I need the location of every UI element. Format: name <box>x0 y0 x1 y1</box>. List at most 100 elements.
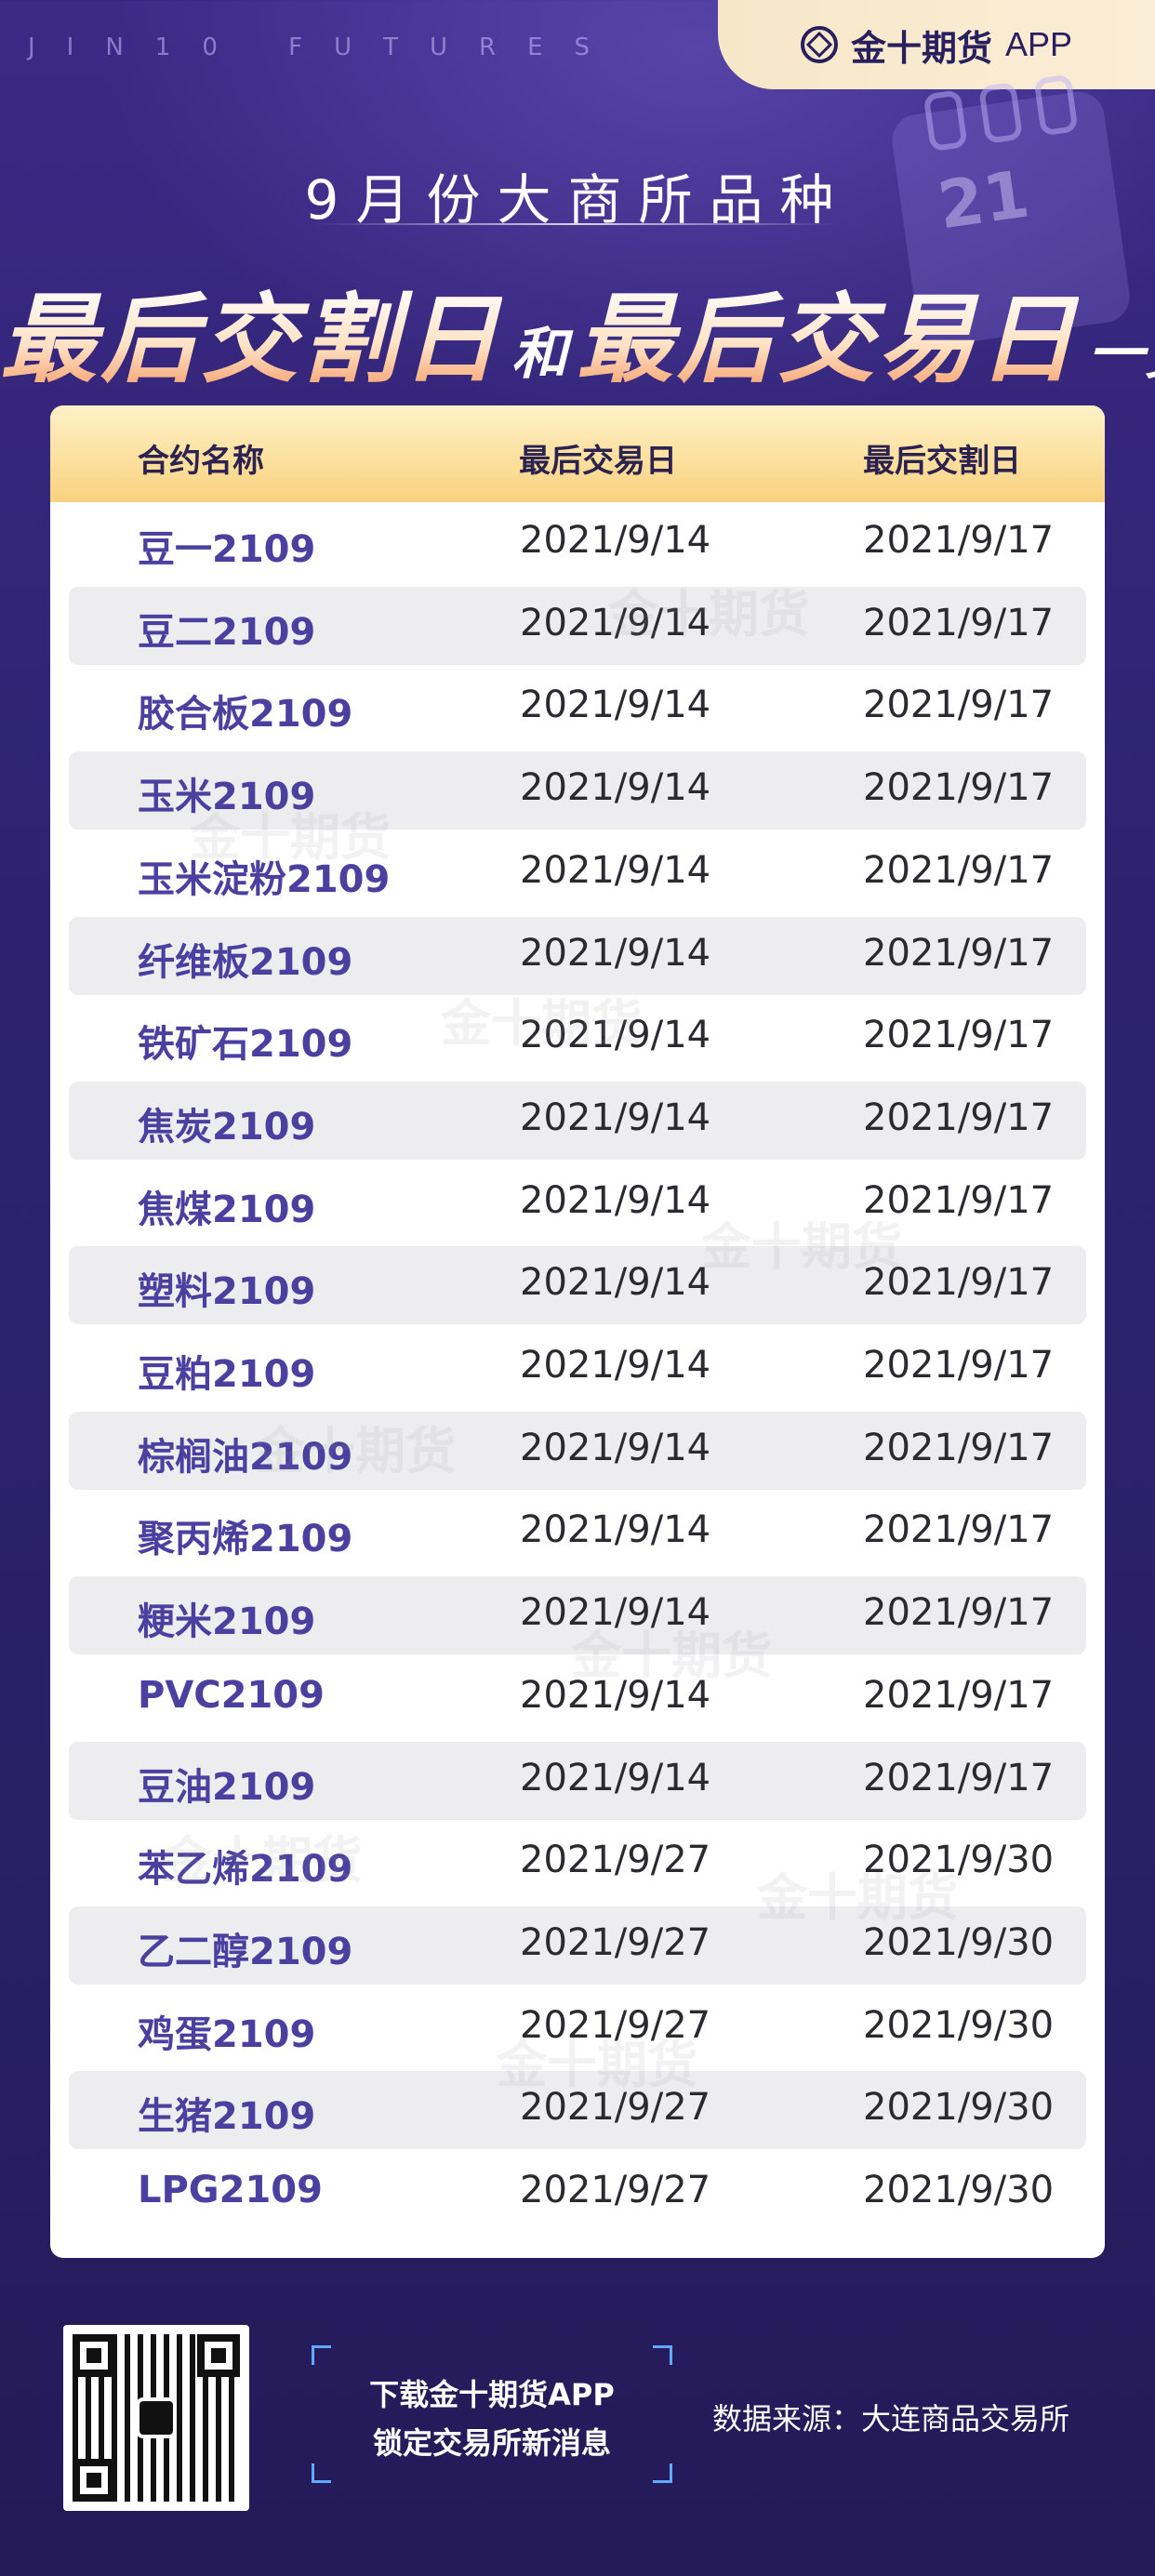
logo-icon <box>800 26 838 63</box>
contract-name: 铁矿石2109 <box>138 1023 353 1067</box>
qr-code[interactable] <box>63 2325 249 2511</box>
table-row: 棕榈油2109 2021/9/14 2021/9/17 <box>50 1410 1105 1492</box>
last-trade-date: 2021/9/14 <box>520 766 711 810</box>
table-row: 豆粕2109 2021/9/14 2021/9/17 <box>50 1327 1105 1409</box>
brand-letters: JIN10 FUTURES <box>28 33 622 61</box>
last-delivery-date: 2021/9/17 <box>863 1344 1055 1387</box>
last-delivery-date: 2021/9/17 <box>863 519 1055 562</box>
table-row: 塑料2109 2021/9/14 2021/9/17 <box>50 1244 1105 1326</box>
contract-name: 胶合板2109 <box>138 693 353 737</box>
last-trade-date: 2021/9/14 <box>520 848 711 892</box>
column-header-last-trade: 最后交易日 <box>519 443 677 480</box>
qr-logo-icon <box>136 2397 177 2438</box>
last-trade-date: 2021/9/14 <box>520 1344 711 1387</box>
cta-corner <box>653 2463 672 2483</box>
table-row: 豆一2109 2021/9/14 2021/9/17 <box>50 502 1105 584</box>
qr-pattern <box>73 2334 240 2502</box>
last-trade-date: 2021/9/14 <box>520 931 711 975</box>
watermark: 金十期货 <box>162 1831 363 1890</box>
last-trade-date: 2021/9/14 <box>520 1178 711 1222</box>
subtitle-divider <box>317 223 838 225</box>
headline-part2: 最后交易日 <box>577 283 1080 396</box>
contract-name: 生猪2109 <box>138 2095 316 2139</box>
last-trade-date: 2021/9/14 <box>520 684 711 727</box>
last-trade-date: 2021/9/27 <box>520 2169 711 2211</box>
cta-corner <box>653 2345 672 2365</box>
contract-name: 豆油2109 <box>138 1765 316 1809</box>
contract-name: 鸡蛋2109 <box>138 2012 316 2056</box>
table-row: 胶合板2109 2021/9/14 2021/9/17 <box>50 667 1105 749</box>
last-delivery-date: 2021/9/30 <box>863 2169 1055 2211</box>
last-delivery-date: 2021/9/17 <box>863 1673 1055 1717</box>
contracts-table: 合约名称 最后交易日 最后交割日 豆一2109 2021/9/14 2021/9/1… <box>50 405 1105 2258</box>
contract-name: LPG2109 <box>138 2169 323 2211</box>
column-header-name: 合约名称 <box>138 443 264 480</box>
last-trade-date: 2021/9/14 <box>520 1261 711 1305</box>
table-row: 聚丙烯2109 2021/9/14 2021/9/17 <box>50 1492 1105 1573</box>
contract-name: 焦炭2109 <box>138 1105 316 1149</box>
watermark: 金十期货 <box>255 1422 456 1481</box>
watermark: 金十期货 <box>571 1627 772 1685</box>
brand-bar: JIN10 FUTURES 金十期货 APP <box>0 0 1155 93</box>
last-delivery-date: 2021/9/17 <box>863 1508 1055 1552</box>
last-delivery-date: 2021/9/17 <box>863 766 1055 810</box>
last-delivery-date: 2021/9/17 <box>863 848 1055 892</box>
last-delivery-date: 2021/9/17 <box>863 601 1055 644</box>
contract-name: 豆一2109 <box>138 528 316 571</box>
last-delivery-date: 2021/9/17 <box>863 1591 1055 1635</box>
contract-name: 豆粕2109 <box>138 1353 316 1396</box>
cta-line-2: 锁定交易所新消息 <box>372 2425 611 2461</box>
contract-name: 焦煤2109 <box>138 1188 316 1231</box>
headline-suffix: 一览 <box>1088 322 1155 387</box>
watermark: 金十期货 <box>701 1217 902 1276</box>
last-delivery-date: 2021/9/17 <box>863 684 1055 727</box>
table-header: 合约名称 最后交易日 最后交割日 <box>50 405 1105 502</box>
last-trade-date: 2021/9/14 <box>520 1508 711 1552</box>
last-delivery-date: 2021/9/17 <box>863 931 1055 975</box>
table-row: 豆二2109 2021/9/14 2021/9/17 <box>50 585 1105 667</box>
contract-name: 纤维板2109 <box>138 940 353 984</box>
contract-name: 聚丙烯2109 <box>138 1518 353 1561</box>
headline-part1: 最后交割日 <box>0 283 503 396</box>
table-row: LPG2109 2021/9/27 2021/9/30 <box>50 2152 1105 2234</box>
last-trade-date: 2021/9/14 <box>520 519 711 562</box>
download-cta[interactable]: 下载金十期货APP 锁定交易所新消息 <box>312 2345 672 2483</box>
last-delivery-date: 2021/9/17 <box>863 1095 1055 1139</box>
last-delivery-date: 2021/9/17 <box>863 1014 1055 1057</box>
logo-name: 金十期货 <box>850 27 992 69</box>
last-trade-date: 2021/9/14 <box>520 1426 711 1469</box>
headline-join: 和 <box>511 322 568 387</box>
watermark: 金十期货 <box>757 1868 958 1927</box>
watermark: 金十期货 <box>441 994 642 1053</box>
last-delivery-date: 2021/9/17 <box>863 1426 1055 1469</box>
qr-finder <box>73 2334 115 2377</box>
contract-name: PVC2109 <box>138 1673 325 1717</box>
logo-app-label: APP <box>1004 25 1073 63</box>
last-trade-date: 2021/9/14 <box>520 1095 711 1139</box>
data-source: 数据来源：大连商品交易所 <box>712 2401 1070 2437</box>
footer: 下载金十期货APP 锁定交易所新消息 数据来源：大连商品交易所 <box>0 2306 1155 2576</box>
table-row: 豆油2109 2021/9/14 2021/9/17 <box>50 1740 1105 1822</box>
last-delivery-date: 2021/9/30 <box>863 2003 1055 2047</box>
last-delivery-date: 2021/9/17 <box>863 1756 1055 1799</box>
headline: 最后交割日和最后交易日一览 <box>0 260 1155 401</box>
last-delivery-date: 2021/9/30 <box>863 2086 1055 2130</box>
watermark: 金十期货 <box>608 585 809 644</box>
contract-name: 豆二2109 <box>138 610 316 654</box>
cta-line-1: 下载金十期货APP <box>369 2377 615 2412</box>
contract-name: 粳米2109 <box>138 1600 316 1644</box>
table-row: 焦煤2109 2021/9/14 2021/9/17 <box>50 1162 1105 1244</box>
qr-finder <box>73 2459 115 2502</box>
logo-tag[interactable]: 金十期货 APP <box>718 0 1155 89</box>
contract-name: 塑料2109 <box>138 1270 316 1314</box>
qr-finder <box>197 2334 240 2377</box>
last-trade-date: 2021/9/14 <box>520 1756 711 1799</box>
table-row: 焦炭2109 2021/9/14 2021/9/17 <box>50 1080 1105 1162</box>
watermark: 金十期货 <box>190 808 391 867</box>
cta-corner <box>312 2345 331 2365</box>
last-trade-date: 2021/9/27 <box>520 1920 711 1964</box>
column-header-last-delivery: 最后交割日 <box>863 443 1021 480</box>
cta-corner <box>312 2463 331 2483</box>
contract-name: 乙二醇2109 <box>138 1930 353 1973</box>
watermark: 金十期货 <box>497 2036 697 2094</box>
